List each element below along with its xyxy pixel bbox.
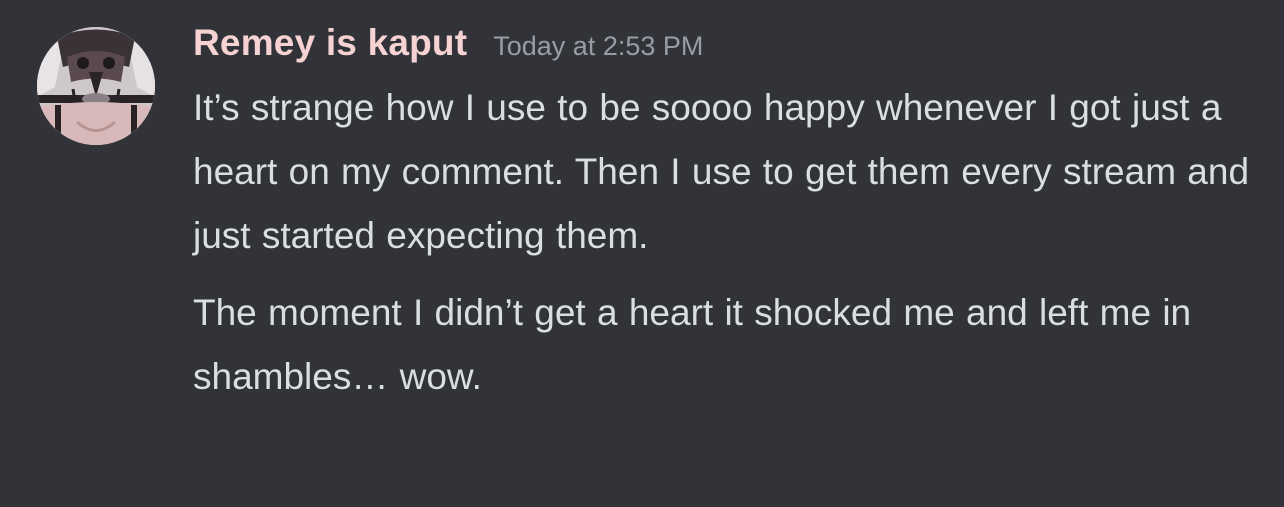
message-content: Remey is kaput Today at 2:53 PM It’s str… [193, 22, 1263, 409]
message-paragraph: The moment I didn’t get a heart it shock… [193, 292, 1192, 397]
username[interactable]: Remey is kaput [193, 22, 467, 64]
message-header: Remey is kaput Today at 2:53 PM [193, 22, 1263, 74]
timestamp[interactable]: Today at 2:53 PM [493, 31, 703, 62]
chat-message: Remey is kaput Today at 2:53 PM It’s str… [0, 0, 1284, 507]
user-avatar-icon[interactable] [37, 27, 155, 145]
message-paragraph: It’s strange how I use to be soooo happy… [193, 87, 1250, 256]
